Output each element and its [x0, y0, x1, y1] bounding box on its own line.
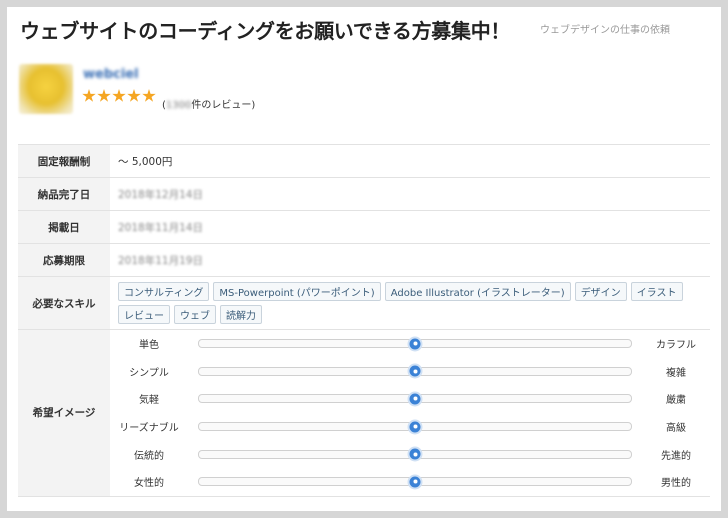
avatar[interactable] — [19, 64, 73, 114]
image-scale-row: リーズナブル 高級 — [110, 413, 710, 441]
image-scale-row: 気軽 厳粛 — [110, 385, 710, 413]
detail-label: 固定報酬制 — [18, 144, 110, 178]
review-count[interactable]: (1300件のレビュー) — [162, 96, 255, 111]
detail-row-image: 希望イメージ 単色 カラフルシンプル 複雑気軽 厳粛リーズナブル 高級伝統的 先進的女性的… — [18, 329, 710, 497]
detail-value: 〜 5,000円 — [110, 144, 710, 178]
image-scale-row: 単色 カラフル — [110, 330, 710, 358]
page-title: ウェブサイトのコーディングをお願いできる方募集中！ — [20, 19, 511, 43]
job-card: ウェブサイトのコーディングをお願いできる方募集中！ ウェブデザインの仕事の依頼 … — [7, 7, 721, 511]
star-icon — [112, 89, 126, 102]
skill-tag[interactable]: ウェブ — [174, 305, 216, 324]
detail-label: 希望イメージ — [18, 329, 110, 497]
detail-value: 2018年11月19日 — [118, 254, 203, 267]
skill-tag-list: コンサルティング MS-Powerpoint (パワーポイント) Adobe Ill… — [118, 278, 709, 328]
image-scale-row: シンプル 複雑 — [110, 358, 710, 386]
image-scale-row: 女性的 男性的 — [110, 468, 710, 496]
scale-left-label: シンプル — [129, 367, 169, 379]
scale-slider-handle — [407, 419, 423, 435]
scale-left-label: 単色 — [139, 340, 159, 352]
scale-slider-handle — [407, 363, 423, 379]
detail-value: 2018年11月14日 — [118, 221, 203, 234]
scale-slider-handle — [407, 336, 423, 352]
star-icon — [82, 89, 96, 102]
skill-tag[interactable]: MS-Powerpoint (パワーポイント) — [213, 282, 381, 301]
scale-slider-track — [198, 391, 632, 407]
job-details-table: 固定報酬制 〜 5,000円 納品完了日 2018年12月14日 掲載日 201… — [18, 144, 710, 497]
scale-right-label: 先進的 — [661, 450, 691, 462]
scale-right-label: 厳粛 — [666, 395, 686, 407]
review-count-number: 1300 — [165, 100, 192, 111]
skill-tag[interactable]: コンサルティング — [118, 282, 210, 301]
scale-slider-handle — [407, 391, 423, 407]
scale-right-label: 複雑 — [666, 367, 686, 379]
scale-slider-handle — [407, 474, 423, 490]
star-icon — [127, 89, 141, 102]
scale-left-label: リーズナブル — [119, 423, 179, 435]
scale-slider-track — [198, 446, 632, 462]
detail-row-reward: 固定報酬制 〜 5,000円 — [18, 144, 710, 178]
star-icon — [142, 89, 156, 102]
skill-tag[interactable]: レビュー — [118, 305, 170, 324]
detail-label: 納品完了日 — [18, 177, 110, 211]
scale-right-label: カラフル — [656, 340, 696, 352]
detail-label: 掲載日 — [18, 210, 110, 244]
rating-stars — [82, 89, 156, 103]
category-link[interactable]: ウェブデザインの仕事の依頼 — [540, 21, 670, 36]
image-scale-list: 単色 カラフルシンプル 複雑気軽 厳粛リーズナブル 高級伝統的 先進的女性的 男性的 — [110, 330, 710, 496]
detail-value: 2018年12月14日 — [118, 188, 203, 201]
scale-slider-track — [198, 336, 632, 352]
scale-right-label: 男性的 — [661, 478, 691, 490]
scale-left-label: 気軽 — [139, 395, 159, 407]
detail-label: 応募期限 — [18, 243, 110, 277]
star-icon — [97, 89, 111, 102]
detail-label: 必要なスキル — [18, 276, 110, 330]
scale-left-label: 伝統的 — [134, 450, 164, 462]
skill-tag[interactable]: イラスト — [630, 282, 683, 301]
detail-row-apply-by: 応募期限 2018年11月19日 — [18, 243, 710, 277]
scale-slider-handle — [407, 446, 423, 462]
scale-slider-track — [198, 363, 632, 379]
skill-tag[interactable]: デザイン — [574, 282, 627, 301]
scale-left-label: 女性的 — [134, 478, 164, 490]
detail-row-posted: 掲載日 2018年11月14日 — [18, 210, 710, 244]
scale-right-label: 高級 — [666, 423, 686, 435]
detail-row-deadline: 納品完了日 2018年12月14日 — [18, 177, 710, 211]
skill-tag[interactable]: 読解力 — [220, 305, 262, 324]
client-name-link[interactable]: webciel — [83, 67, 139, 82]
scale-slider-track — [198, 474, 632, 490]
scale-slider-track — [198, 419, 632, 435]
detail-row-skills: 必要なスキル コンサルティング MS-Powerpoint (パワーポイント) Ad… — [18, 276, 710, 330]
skill-tag[interactable]: Adobe Illustrator (イラストレーター) — [384, 282, 571, 301]
image-scale-row: 伝統的 先進的 — [110, 440, 710, 468]
